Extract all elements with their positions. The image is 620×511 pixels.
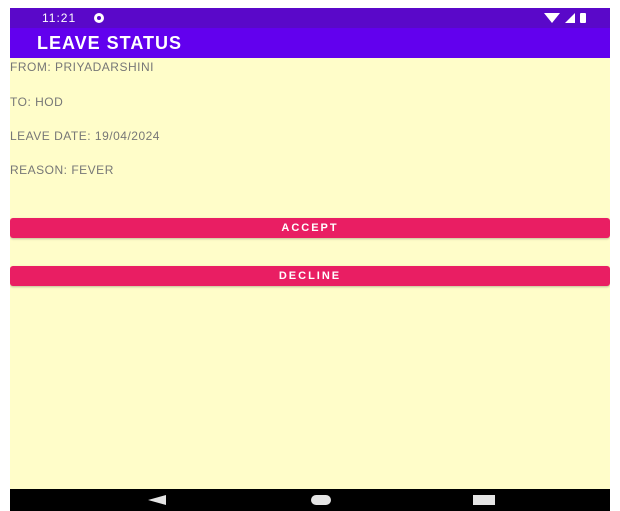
phone-screen: 11:21 LEAVE STATUS FROM: PRIYADARSHINI T… (10, 8, 610, 511)
back-icon[interactable] (148, 495, 166, 505)
page-title: LEAVE STATUS (37, 33, 183, 53)
leave-date-text: LEAVE DATE: 19/04/2024 (10, 129, 160, 143)
home-icon[interactable] (311, 495, 331, 505)
recents-icon[interactable] (473, 495, 495, 505)
from-text: FROM: PRIYADARSHINI (10, 60, 154, 74)
signal-icon (565, 13, 575, 23)
app-bar: LEAVE STATUS (10, 28, 610, 58)
navigation-bar (10, 489, 610, 511)
notification-app-icon (94, 13, 104, 23)
to-text: TO: HOD (10, 95, 64, 109)
status-time: 11:21 (42, 11, 77, 25)
decline-button[interactable]: DECLINE (10, 266, 610, 286)
status-bar: 11:21 (10, 8, 610, 28)
accept-button[interactable]: ACCEPT (10, 218, 610, 238)
battery-icon (580, 13, 586, 23)
wifi-icon (544, 13, 560, 23)
reason-text: REASON: FEVER (10, 163, 114, 177)
status-icons (544, 12, 586, 24)
